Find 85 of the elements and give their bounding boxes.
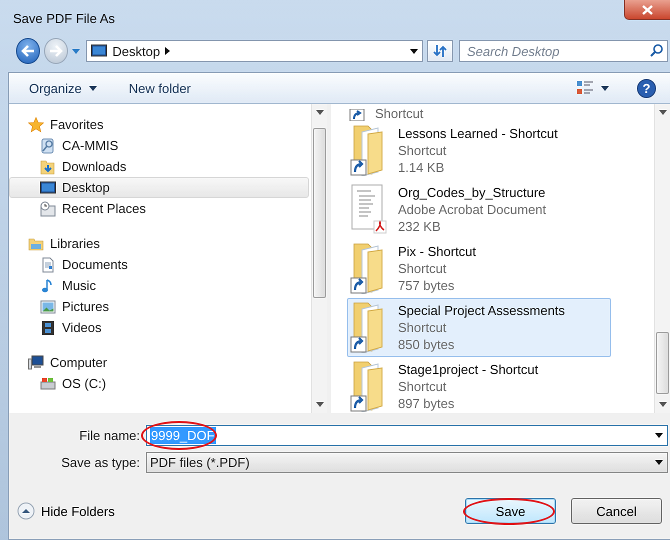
search-icon[interactable] [650,44,663,57]
caret-icon [88,86,97,90]
caret-icon [655,460,663,465]
network-folder-icon [40,138,56,154]
film-strip-icon [40,320,56,336]
caret-icon [658,402,666,407]
scrollbar-thumb[interactable] [313,128,326,298]
nav-item[interactable]: Downloads [9,156,309,177]
file-type: Shortcut [398,260,448,277]
nav-group[interactable]: Computer [9,352,309,373]
new-folder-button[interactable]: New folder [124,78,195,98]
star-icon [28,116,44,132]
file-item[interactable]: Stage1project - Shortcut Shortcut 897 bytes [347,357,611,413]
nav-item[interactable]: Desktop [9,177,309,198]
caret-icon [410,48,418,54]
back-arrow-icon [20,45,35,57]
file-size: 1.14 KB [398,159,446,176]
save-type-label: Save as type: [60,455,141,470]
nav-item[interactable]: CA-MMIS [9,135,309,156]
save-type-dropdown[interactable]: PDF files (*.PDF) [146,452,668,473]
nav-scrollbar[interactable] [311,104,327,413]
recent-places-icon [40,200,56,216]
picture-icon [40,298,56,314]
scrollbar-thumb[interactable] [656,332,669,394]
file-item[interactable]: Lessons Learned - Shortcut Shortcut 1.14 KB [347,121,611,180]
file-size: 757 bytes [398,277,456,294]
forward-arrow-icon [48,45,63,57]
nav-item[interactable]: Documents [9,254,309,275]
file-type: Shortcut [398,319,448,336]
nav-item[interactable]: Recent Places [9,198,309,219]
refresh-arrows-icon [432,44,448,58]
computer-icon [28,354,44,370]
file-name: Lessons Learned - Shortcut [398,125,558,142]
save-button[interactable]: Save [465,498,556,524]
caret-icon [316,402,324,407]
address-bar[interactable]: Desktop [86,40,424,62]
search-field[interactable]: Search Desktop [459,40,668,62]
refresh-button[interactable] [427,40,453,62]
file-item[interactable]: Pix - Shortcut Shortcut 757 bytes [347,239,611,298]
nav-item[interactable]: OS (C:) [9,373,309,394]
caret-icon [72,48,80,54]
close-icon [642,4,653,14]
file-type: Shortcut [398,142,448,159]
file-type: Adobe Acrobat Document [398,201,546,218]
nav-item[interactable]: Videos [9,317,309,338]
details-view-icon [576,80,594,96]
hide-folders-button[interactable]: Hide Folders [17,502,115,520]
file-name: Stage1project - Shortcut [398,361,538,378]
file-name: Special Project Assessments [398,302,565,319]
drive-icon [40,376,56,392]
file-item[interactable]: Special Project Assessments Shortcut 850 bytes [347,298,611,357]
file-size: 850 bytes [398,336,456,353]
downloads-folder-icon [40,158,56,174]
help-button[interactable]: ? [637,78,656,98]
file-size: 897 bytes [398,395,456,412]
file-list-scrollbar[interactable] [654,104,670,413]
desktop-icon [91,43,108,59]
nav-group[interactable]: Favorites [9,114,309,135]
document-icon [40,256,56,272]
library-folder-icon [28,236,44,252]
collapse-up-icon [17,502,35,520]
pdf-document-icon [350,183,388,235]
caret-icon [658,110,666,115]
file-name: Pix - Shortcut [398,243,476,260]
caret-icon [655,433,663,438]
desktop-icon [40,180,56,196]
nav-item[interactable]: Pictures [9,296,309,317]
caret-icon [601,86,609,90]
shortcut-arrow-icon [349,109,365,121]
cancel-button[interactable]: Cancel [571,498,662,524]
back-button[interactable] [16,38,40,64]
caret-icon [316,110,324,115]
close-button[interactable] [624,0,670,20]
file-name: Org_Codes_by_Structure [398,184,546,201]
file-type: Shortcut [375,106,424,121]
file-size: 232 KB [398,218,442,235]
window-title: Save PDF File As [13,11,115,26]
file-name-label: File name: [78,428,141,443]
nav-item[interactable]: Music [9,275,309,296]
file-type: Shortcut [398,378,448,395]
nav-group[interactable]: Libraries [9,233,309,254]
file-item[interactable]: Org_Codes_by_Structure Adobe Acrobat Document 232 KB [347,180,611,239]
organize-menu[interactable]: Organize [25,78,101,98]
breadcrumb-arrow-icon[interactable] [165,47,170,55]
breadcrumb-location[interactable]: Desktop [112,44,160,58]
